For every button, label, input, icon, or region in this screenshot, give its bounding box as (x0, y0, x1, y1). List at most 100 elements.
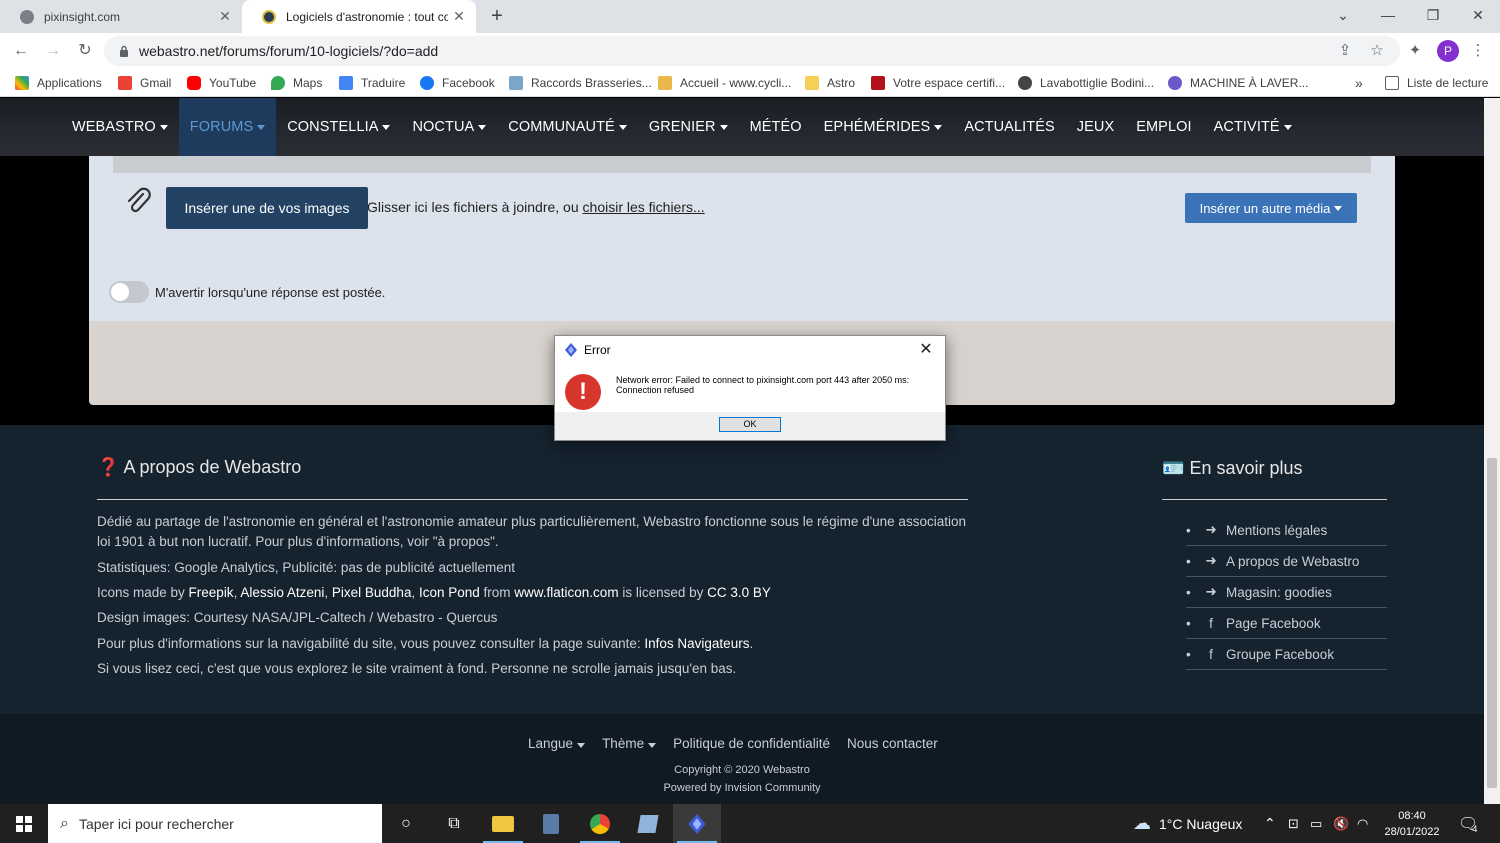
bookmark-youtube[interactable]: YouTube (187, 74, 256, 92)
reload-icon[interactable]: ↻ (72, 39, 98, 63)
volume-muted-icon[interactable]: 🔇 (1333, 804, 1349, 843)
insert-images-button[interactable]: Insérer une de vos images (166, 187, 368, 229)
nav-forums[interactable]: FORUMS (178, 98, 277, 156)
minimize-icon[interactable]: — (1365, 0, 1411, 33)
navigability-text: Pour plus d'informations sur la navigabi… (97, 636, 754, 651)
menu-kebab-icon[interactable]: ⋮ (1469, 42, 1487, 60)
forward-icon[interactable]: → (40, 39, 66, 63)
bookmark-astro[interactable]: Astro (805, 74, 855, 92)
pixinsight-taskbar-icon[interactable] (673, 804, 721, 843)
flaticon-link[interactable]: www.flaticon.com (514, 585, 618, 600)
browsers-info-link[interactable]: Infos Navigateurs (644, 636, 749, 651)
nav-emploi[interactable]: EMPLOI (1125, 98, 1202, 156)
scrollbar-thumb[interactable] (1487, 458, 1497, 788)
new-tab-icon[interactable]: + (484, 4, 510, 30)
back-icon[interactable]: ← (8, 39, 34, 63)
bookmark-facebook[interactable]: Facebook (420, 74, 495, 92)
dialog-body: ! Network error: Failed to connect to pi… (555, 364, 945, 412)
link-a-propos[interactable]: ➜A propos de Webastro (1186, 546, 1387, 577)
link-groupe-facebook[interactable]: fGroupe Facebook (1186, 639, 1387, 670)
apps-grid-icon (15, 76, 29, 90)
caret-down-icon (719, 124, 728, 130)
privacy-link[interactable]: Politique de confidentialité (673, 736, 830, 751)
insert-media-button[interactable]: Insérer un autre média (1185, 193, 1357, 223)
caret-down-icon (1334, 205, 1343, 211)
link-magasin[interactable]: ➜Magasin: goodies (1186, 577, 1387, 608)
washing-machine-icon (1168, 76, 1182, 90)
file-explorer-icon[interactable] (479, 804, 527, 843)
caret-down-icon (934, 124, 943, 130)
cortana-icon[interactable]: ○ (382, 804, 430, 843)
battery-icon[interactable]: ▭ (1310, 804, 1322, 843)
bug-icon (1018, 76, 1032, 90)
link-page-facebook[interactable]: fPage Facebook (1186, 608, 1387, 639)
powered-by-link[interactable]: Powered by Invision Community (0, 779, 1484, 797)
meet-now-icon[interactable]: ⊡ (1288, 804, 1299, 843)
wifi-icon[interactable]: ◠ (1357, 804, 1368, 843)
bookmark-traduire[interactable]: Traduire (339, 74, 405, 92)
translate-icon (339, 76, 353, 90)
bookmark-star-icon[interactable]: ☆ (1368, 42, 1386, 60)
ok-button[interactable]: OK (719, 417, 781, 432)
nav-grenier[interactable]: GRENIER (638, 98, 739, 156)
notify-toggle[interactable] (109, 281, 149, 303)
bookmark-accueil[interactable]: Accueil - www.cycli... (658, 74, 791, 92)
contact-link[interactable]: Nous contacter (847, 736, 938, 751)
nav-activite[interactable]: ACTIVITÉ (1203, 98, 1303, 156)
language-menu[interactable]: Langue (528, 736, 586, 751)
task-view-icon[interactable]: ⧉ (430, 804, 478, 843)
footer-bottom-bar: Langue Thème Politique de confidentialit… (0, 714, 1484, 804)
bookmark-raccords[interactable]: Raccords Brasseries... (509, 74, 652, 92)
nav-communaute[interactable]: COMMUNAUTÉ (497, 98, 638, 156)
calculator-icon[interactable] (527, 804, 575, 843)
choose-files-link[interactable]: choisir les fichiers... (583, 199, 705, 215)
more-links-list: ➜Mentions légales ➜A propos de Webastro … (1186, 515, 1387, 670)
link-mentions-legales[interactable]: ➜Mentions légales (1186, 515, 1387, 546)
notifications-icon[interactable]: 🗨 4 (1458, 804, 1478, 843)
nav-constellia[interactable]: CONSTELLIA (276, 98, 401, 156)
bookmark-espace-certifie[interactable]: Votre espace certifi... (871, 74, 1005, 92)
notification-count: 4 (1472, 823, 1478, 834)
tab-close-icon[interactable]: ✕ (448, 8, 470, 25)
credit-link-pixel-buddha[interactable]: Pixel Buddha (332, 585, 412, 600)
theme-menu[interactable]: Thème (602, 736, 657, 751)
tab-search-chevron-icon[interactable]: ⌄ (1320, 0, 1366, 33)
share-icon[interactable]: ⇪ (1336, 42, 1354, 60)
nav-noctua[interactable]: NOCTUA (401, 98, 497, 156)
bookmark-applications[interactable]: Applications (15, 74, 102, 92)
restore-icon[interactable]: ❐ (1410, 0, 1456, 33)
start-button[interactable] (0, 804, 48, 843)
profile-avatar[interactable]: P (1437, 40, 1459, 62)
weather-widget[interactable]: ☁ 1°C Nuageux (1133, 804, 1242, 843)
system-clock[interactable]: 08:40 28/01/2022 (1376, 808, 1448, 840)
notepad-icon[interactable] (624, 804, 672, 843)
extensions-icon[interactable]: ✦ (1406, 42, 1424, 60)
nav-ephemerides[interactable]: EPHÉMÉRIDES (813, 98, 954, 156)
arrow-circle-icon: ➜ (1205, 553, 1217, 568)
bookmark-gmail[interactable]: Gmail (118, 74, 171, 92)
license-link[interactable]: CC 3.0 BY (707, 585, 771, 600)
tab-pixinsight[interactable]: pixinsight.com ✕ (0, 0, 242, 33)
credit-link-atzeni[interactable]: Alessio Atzeni (240, 585, 324, 600)
address-bar[interactable]: webastro.net/forums/forum/10-logiciels/?… (104, 36, 1400, 66)
bookmarks-overflow-icon[interactable]: » (1355, 74, 1363, 92)
tab-webastro[interactable]: Logiciels d'astronomie : tout com ✕ (242, 0, 476, 33)
bookmark-lavabottiglie[interactable]: Lavabottiglie Bodini... (1018, 74, 1154, 92)
credit-link-icon-pond[interactable]: Icon Pond (419, 585, 480, 600)
page-scrollbar[interactable] (1484, 98, 1500, 804)
chrome-icon[interactable] (576, 804, 624, 843)
credit-link-freepik[interactable]: Freepik (189, 585, 234, 600)
reading-list[interactable]: Liste de lecture (1385, 74, 1488, 92)
dialog-close-icon[interactable]: ✕ (917, 341, 935, 359)
bookmark-machine-a-laver[interactable]: MACHINE À LAVER... (1168, 74, 1308, 92)
caret-down-icon (478, 124, 487, 130)
taskbar-search[interactable]: ⌕ Taper ici pour rechercher (48, 804, 382, 843)
nav-actualites[interactable]: ACTUALITÉS (953, 98, 1065, 156)
window-close-icon[interactable]: ✕ (1455, 0, 1500, 33)
tab-close-icon[interactable]: ✕ (214, 8, 236, 25)
nav-webastro[interactable]: WEBASTRO (61, 98, 179, 156)
tray-overflow-icon[interactable]: ⌃ (1264, 804, 1276, 843)
bookmark-maps[interactable]: Maps (271, 74, 322, 92)
nav-meteo[interactable]: MÉTÉO (739, 98, 813, 156)
nav-jeux[interactable]: JEUX (1066, 98, 1125, 156)
